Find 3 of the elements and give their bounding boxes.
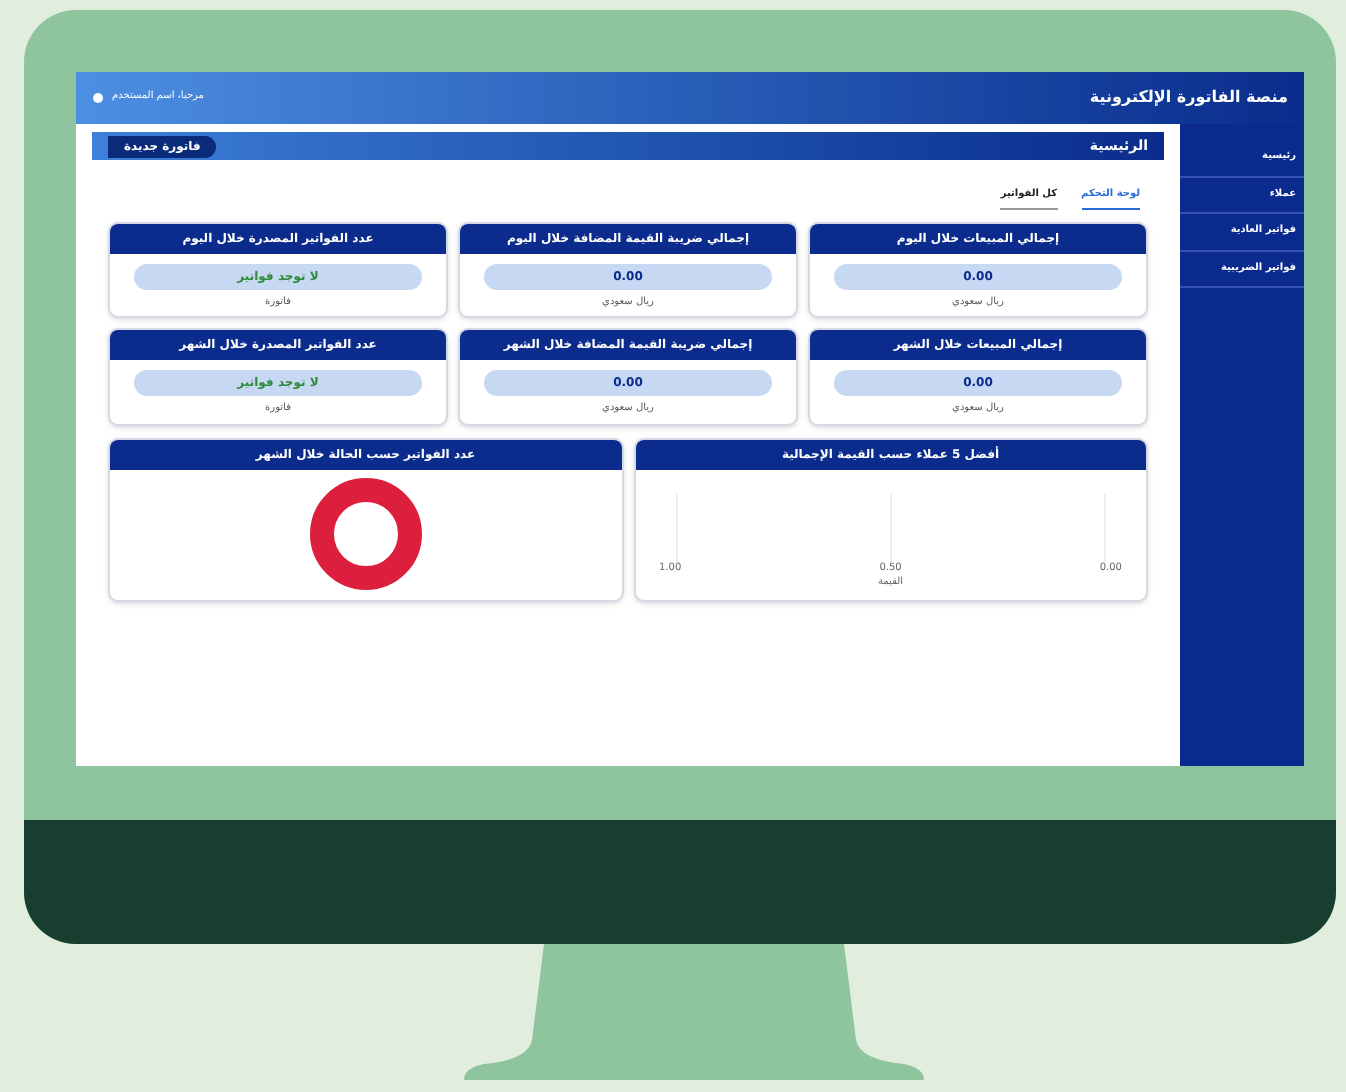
- app-title: منصة الفاتورة الإلكترونية: [1089, 86, 1288, 110]
- user-icon[interactable]: [92, 92, 104, 104]
- donut-chart-drawing: [307, 476, 424, 592]
